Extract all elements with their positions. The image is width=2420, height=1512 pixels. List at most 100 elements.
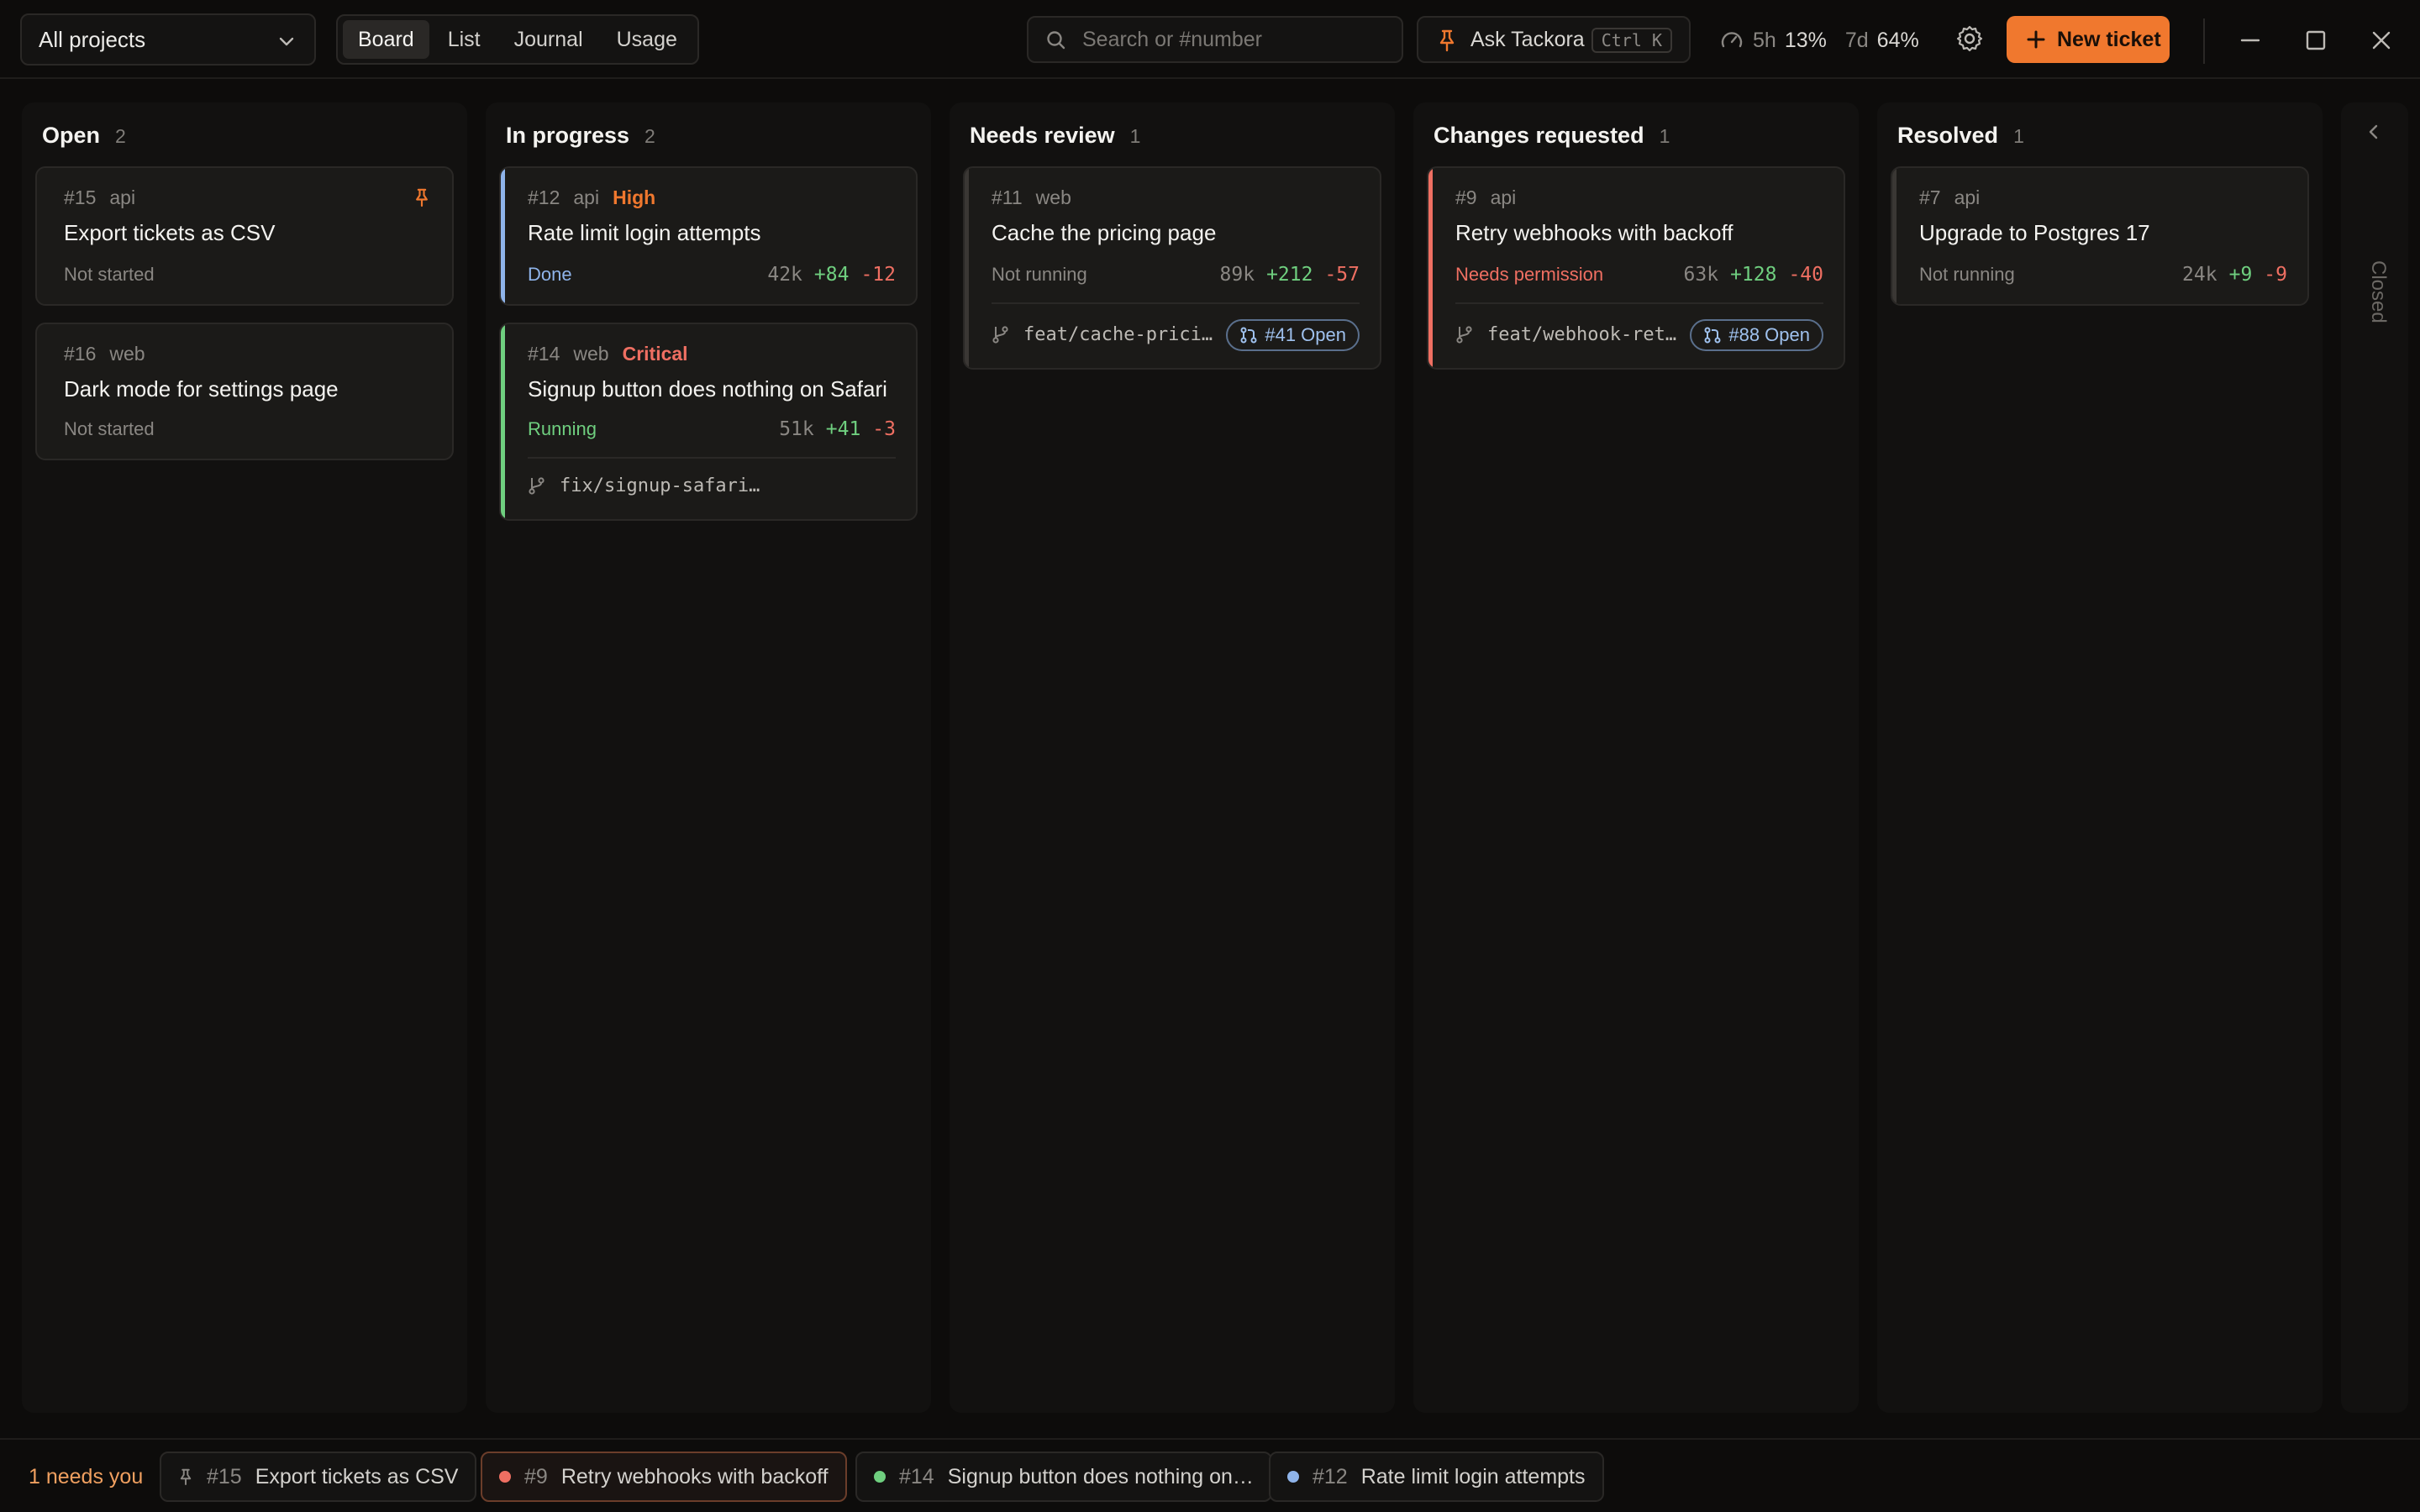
column-count: 1 [1129,125,1141,147]
priority-badge: High [613,186,656,208]
new-ticket-button[interactable]: New ticket [2007,16,2170,63]
status-accent-bar [501,324,505,519]
column-title: Open [42,123,101,148]
ticket-card-9[interactable]: #9 api Retry webhooks with backoff Needs… [1427,166,1845,370]
ticket-number: #12 [528,186,560,208]
close-icon[interactable] [2366,25,2396,55]
status-dot [874,1471,886,1483]
ask-tackora-button[interactable]: Ask Tackora Ctrl K [1417,16,1691,63]
attention-chip-9[interactable]: #9 Retry webhooks with backoff [481,1452,847,1502]
tab-usage[interactable]: Usage [602,20,692,59]
search-icon [1047,31,1065,50]
priority-badge: Critical [622,343,688,365]
needs-you-count: 1 needs you [29,1465,144,1488]
lines-removed: -12 [860,264,896,286]
ticket-title: Export tickets as CSV [64,220,276,245]
branch-name: feat/webhook-ret… [1487,323,1677,345]
token-count: 24k [2182,264,2217,286]
ticket-project: api [1490,186,1517,208]
ticket-status: Done [528,264,572,285]
pin-icon[interactable] [413,186,430,208]
chip-title: Rate limit login attempts [1360,1464,1586,1488]
usage-percent-7d: 64% [1876,28,1919,52]
pull-request-badge[interactable]: #41 Open [1226,319,1360,351]
status-accent-bar [501,168,505,304]
gear-icon[interactable] [1954,24,1985,54]
pull-request-label: #88 Open [1728,324,1810,345]
ticket-project: web [573,343,609,365]
card-divider [992,302,1360,304]
usage-meter[interactable]: 5h 13% 7d 64% [1719,24,1929,57]
lines-removed: -57 [1324,264,1360,286]
status-dot [499,1471,511,1483]
ticket-number: #9 [1455,186,1477,208]
usage-window-5h: 5h [1753,28,1776,52]
ticket-status: Not started [64,264,155,285]
chip-number: #14 [899,1464,934,1488]
closed-column-collapsed[interactable]: Closed [2341,102,2408,1413]
lines-removed: -40 [1788,264,1823,286]
ticket-title: Dark mode for settings page [64,376,339,402]
attention-chip-12[interactable]: #12 Rate limit login attempts [1269,1452,1604,1502]
ticket-card-7[interactable]: #7 api Upgrade to Postgres 17 Not runnin… [1891,166,2309,306]
ticket-card-16[interactable]: #16 web Dark mode for settings page Not … [35,323,454,460]
ticket-status: Running [528,418,597,439]
pull-request-badge[interactable]: #88 Open [1690,319,1823,351]
column-needs-review: Needs review 1 #11 web Cache the pricing… [950,102,1395,1413]
ticket-number: #14 [528,343,560,365]
chip-number: #12 [1313,1464,1348,1488]
ticket-project: api [1954,186,1981,208]
status-accent-bar [1428,168,1433,368]
lines-removed: -9 [2264,264,2287,286]
ticket-number: #11 [992,186,1023,208]
ticket-number: #15 [64,186,97,208]
tab-board[interactable]: Board [343,20,429,59]
ticket-card-15[interactable]: #15 api Export tickets as CSV Not starte… [35,166,454,306]
ticket-project: api [109,186,136,208]
ticket-card-14[interactable]: #14 web Critical Signup button does noth… [499,323,918,521]
branch-link[interactable]: feat/cache-prici… [992,318,1213,351]
token-count: 51k [779,418,814,440]
ticket-status: Not started [64,418,155,439]
chevron-down-icon [279,37,294,46]
gauge-icon [1721,32,1743,48]
tab-journal[interactable]: Journal [499,20,598,59]
ticket-title: Rate limit login attempts [528,220,761,245]
project-select[interactable]: All projects [20,13,316,66]
ticket-card-11[interactable]: #11 web Cache the pricing page Not runni… [963,166,1381,370]
ticket-title: Signup button does nothing on Safari [528,376,887,402]
token-count: 63k [1683,264,1719,286]
chevron-left-icon[interactable] [2365,123,2383,141]
column-changes-requested: Changes requested 1 #9 api Retry webhook… [1413,102,1859,1413]
pull-request-icon [1240,327,1257,344]
column-count: 1 [1659,125,1670,147]
ticket-status: Needs permission [1455,264,1604,285]
search-input[interactable]: Search or #number [1027,16,1403,63]
chip-number: #15 [207,1464,242,1488]
maximize-icon[interactable] [2301,25,2331,55]
lines-added: +9 [2228,264,2253,286]
column-count: 2 [115,125,126,147]
token-count: 89k [1219,264,1255,286]
lines-added: +128 [1730,264,1777,286]
tab-list[interactable]: List [433,20,496,59]
usage-percent-5h: 13% [1784,28,1827,52]
token-count: 42k [767,264,802,286]
chip-title: Signup button does nothing on… [947,1464,1254,1488]
attention-chip-15[interactable]: #15 Export tickets as CSV [160,1452,477,1502]
column-title: Needs review [970,123,1115,148]
column-count: 2 [644,125,655,147]
branch-link[interactable]: feat/webhook-ret… [1455,318,1676,351]
pin-icon [1439,29,1455,52]
window-controls-divider [2203,18,2205,64]
attention-chip-14[interactable]: #14 Signup button does nothing on… [855,1452,1272,1502]
ticket-card-12[interactable]: #12 api High Rate limit login attempts D… [499,166,918,306]
status-accent-bar [1892,168,1897,304]
git-branch-icon [992,326,1008,344]
branch-link[interactable]: fix/signup-safari-14 [528,469,761,502]
column-title: Resolved [1897,123,1999,148]
minimize-icon[interactable] [2235,25,2265,55]
ticket-title: Retry webhooks with backoff [1455,220,1733,245]
pin-icon [180,1468,192,1485]
chip-number: #9 [524,1464,548,1488]
